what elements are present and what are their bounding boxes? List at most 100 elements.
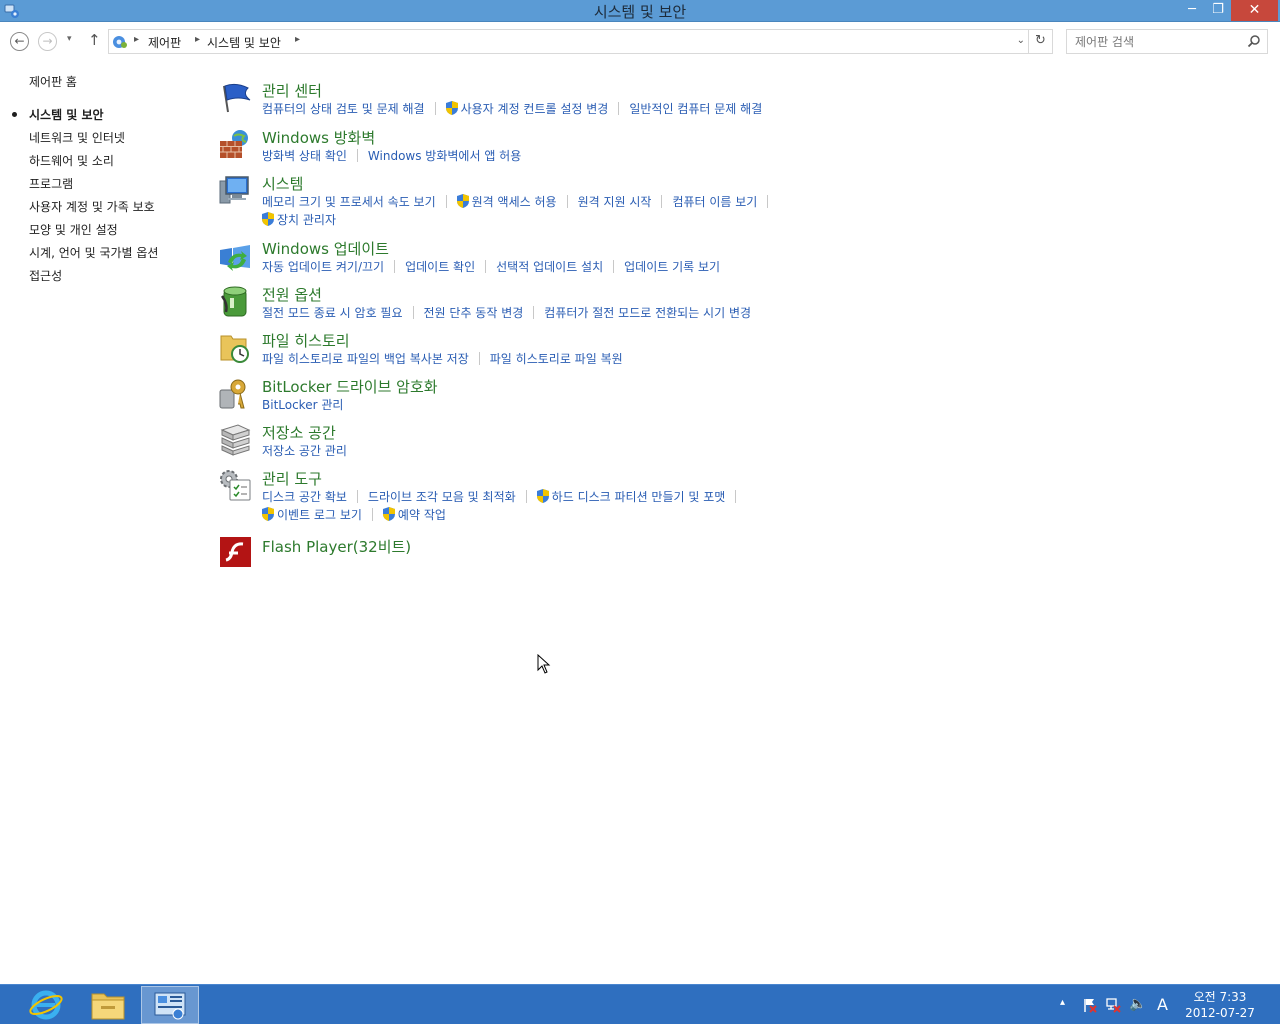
windows-firewall-title[interactable]: Windows 방화벽 [262,127,375,148]
minimize-button[interactable]: ─ [1179,0,1205,21]
back-button[interactable]: ← [10,32,29,51]
link-check-updates[interactable]: 업데이트 확인 [405,258,475,275]
breadcrumb-separator[interactable]: ▸ [134,34,139,45]
flash-player-icon[interactable] [218,536,252,570]
recent-locations-dropdown[interactable]: ▾ [67,34,72,44]
sidebar-item-network-internet[interactable]: 네트워크 및 인터넷 [29,129,125,146]
link-allow-app[interactable]: Windows 방화벽에서 앱 허용 [368,147,521,164]
taskbar-control-panel[interactable] [141,986,199,1024]
system-computer-icon[interactable] [218,173,252,207]
window-title: 시스템 및 보안 [593,3,687,21]
breadcrumb-system-security[interactable]: 시스템 및 보안 [207,34,281,51]
window-title-bar[interactable]: 시스템 및 보안 ─ ❐ ✕ [0,0,1280,22]
link-divider [356,490,358,503]
search-box[interactable] [1066,29,1268,54]
link-partition-format[interactable]: 하드 디스크 파티션 만들기 및 포맷 [552,488,726,505]
storage-spaces-title[interactable]: 저장소 공간 [262,422,336,443]
breadcrumb-separator[interactable]: ▸ [295,34,300,45]
sidebar-item-appearance[interactable]: 모양 및 개인 설정 [29,221,118,238]
forward-button[interactable]: → [38,32,57,51]
address-dropdown-icon[interactable]: ⌄ [1017,35,1025,46]
link-remote-assistance[interactable]: 원격 지원 시작 [578,193,652,210]
link-uac-settings[interactable]: 사용자 계정 컨트롤 설정 변경 [461,100,609,117]
power-options-icon[interactable] [218,284,252,318]
taskbar-file-explorer[interactable] [79,986,137,1024]
link-divider [394,260,396,273]
clock-date: 2012-07-27 [1185,1006,1255,1020]
sidebar-item-control-panel-home[interactable]: 제어판 홈 [29,73,77,90]
link-power-button[interactable]: 전원 단추 동작 변경 [424,304,524,321]
flash-player-title[interactable]: Flash Player(32비트) [262,536,411,557]
ime-indicator[interactable]: A [1157,995,1168,1014]
link-firewall-status[interactable]: 방화벽 상태 확인 [262,147,347,164]
address-bar[interactable]: ▸ 제어판 ▸ 시스템 및 보안 ▸ ⌄ ↻ [108,29,1053,54]
close-button[interactable]: ✕ [1231,0,1278,21]
link-computer-name[interactable]: 컴퓨터 이름 보기 [672,193,757,210]
link-update-history[interactable]: 업데이트 기록 보기 [624,258,720,275]
sidebar-item-clock-language[interactable]: 시계, 언어 및 국가별 옵션 [29,244,158,261]
link-device-manager[interactable]: 장치 관리자 [277,211,336,228]
link-optional-updates[interactable]: 선택적 업데이트 설치 [496,258,603,275]
firewall-icon[interactable] [218,127,252,161]
sidebar-item-hardware-sound[interactable]: 하드웨어 및 소리 [29,152,114,169]
link-ram-processor[interactable]: 메모리 크기 및 프로세서 속도 보기 [262,193,436,210]
windows-update-title[interactable]: Windows 업데이트 [262,238,389,259]
sidebar-item-user-accounts[interactable]: 사용자 계정 및 가족 보호 [29,198,155,215]
link-password-on-wake[interactable]: 절전 모드 종료 시 암호 필요 [262,304,403,321]
show-hidden-icons-button[interactable]: ▴ [1060,997,1065,1008]
restore-button[interactable]: ❐ [1205,0,1231,21]
search-icon[interactable] [1247,34,1261,48]
system-title[interactable]: 시스템 [262,173,303,194]
sidebar-item-programs[interactable]: 프로그램 [29,175,73,192]
uac-shield-icon [445,101,458,115]
file-history-title[interactable]: 파일 히스토리 [262,330,350,351]
link-free-disk-space[interactable]: 디스크 공간 확보 [262,488,347,505]
link-divider [485,260,487,273]
link-auto-update-toggle[interactable]: 자동 업데이트 켜기/끄기 [262,258,384,275]
breadcrumb-control-panel[interactable]: 제어판 [148,34,181,51]
uac-shield-icon [382,507,395,521]
link-divider [735,490,737,503]
network-tray-icon[interactable] [1105,997,1121,1013]
sidebar-item-system-security[interactable]: 시스템 및 보안 [29,106,104,123]
taskbar-clock[interactable]: 오전 7:33 2012-07-27 [1184,989,1256,1021]
file-history-icon[interactable] [218,330,252,364]
storage-spaces-icon[interactable] [218,422,252,456]
active-bullet [12,112,17,117]
link-event-logs[interactable]: 이벤트 로그 보기 [277,506,362,523]
link-allow-remote-access[interactable]: 원격 액세스 허용 [472,193,557,210]
link-divider [412,306,414,319]
refresh-button[interactable]: ↻ [1028,30,1052,53]
action-center-tray-flag-icon[interactable] [1082,997,1098,1013]
action-center-title[interactable]: 관리 센터 [262,80,322,101]
link-defragment[interactable]: 드라이브 조각 모음 및 최적화 [368,488,516,505]
link-save-backups[interactable]: 파일 히스토리로 파일의 백업 복사본 저장 [262,350,469,367]
link-manage-storage[interactable]: 저장소 공간 관리 [262,442,347,459]
link-troubleshoot[interactable]: 일반적인 컴퓨터 문제 해결 [629,100,762,117]
up-button[interactable]: ↑ [88,31,101,49]
admin-tools-icon[interactable] [218,468,252,502]
control-panel-icon [154,992,186,1020]
link-divider [566,195,568,208]
link-restore-files[interactable]: 파일 히스토리로 파일 복원 [490,350,623,367]
link-divider [434,102,436,115]
admin-tools-title[interactable]: 관리 도구 [262,468,322,489]
breadcrumb-separator[interactable]: ▸ [195,34,200,45]
link-review-status[interactable]: 컴퓨터의 상태 검토 및 문제 해결 [262,100,425,117]
sidebar-item-accessibility[interactable]: 접근성 [29,267,62,284]
link-manage-bitlocker[interactable]: BitLocker 관리 [262,396,343,413]
uac-shield-icon [456,194,469,208]
link-scheduled-tasks[interactable]: 예약 작업 [398,506,446,523]
bitlocker-key-icon[interactable] [218,376,252,410]
link-sleep-timing[interactable]: 컴퓨터가 절전 모드로 전환되는 시기 변경 [544,304,751,321]
internet-explorer-icon [29,990,63,1020]
bitlocker-title[interactable]: BitLocker 드라이브 암호화 [262,376,438,397]
link-divider [767,195,769,208]
taskbar-internet-explorer[interactable] [17,986,75,1024]
search-input[interactable] [1075,33,1245,50]
volume-icon[interactable]: 🔈 [1129,996,1146,1012]
power-options-title[interactable]: 전원 옵션 [262,284,322,305]
windows-update-icon[interactable] [218,238,252,272]
clock-time: 오전 7:33 [1193,990,1247,1004]
action-center-flag-icon[interactable] [218,80,252,114]
